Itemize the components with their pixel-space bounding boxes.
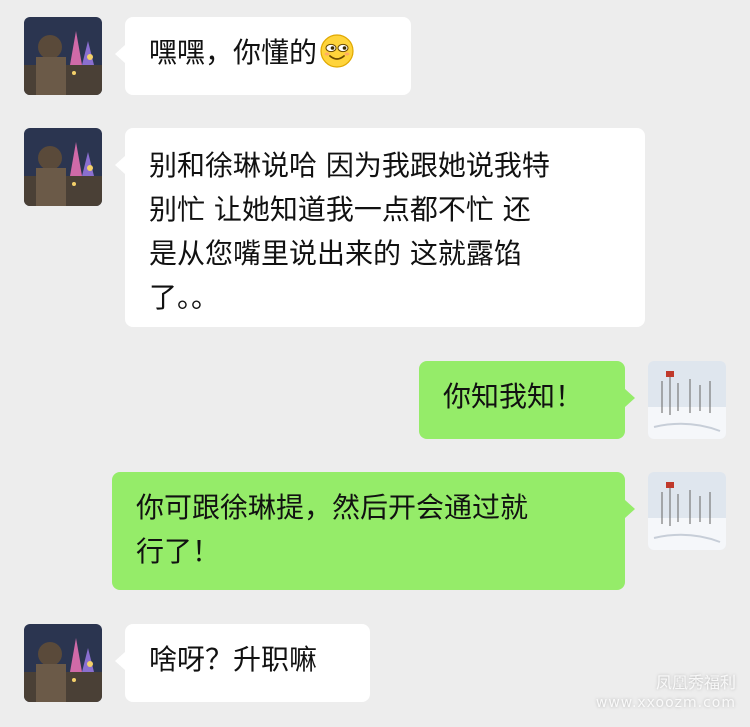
contact-avatar[interactable]: [24, 128, 102, 206]
message-line: 是从您嘴里说出来的 这就露馅: [149, 237, 522, 270]
smiling-face-with-sunglasses-icon: [320, 34, 354, 68]
message-line: 别和徐琳说哈 因为我跟她说我特: [149, 149, 550, 182]
contact-avatar[interactable]: [24, 17, 102, 95]
self-avatar[interactable]: [648, 361, 726, 439]
message-text: 嘿嘿，你懂的: [149, 36, 318, 69]
message-line: 别忙 让她知道我一点都不忙 还: [149, 193, 531, 226]
self-avatar[interactable]: [648, 472, 726, 550]
watermark: 凤凰秀福利 www.xxoozm.com: [596, 673, 736, 713]
contact-avatar[interactable]: [24, 624, 102, 702]
message-text: 你知我知！: [443, 380, 584, 413]
message-bubble[interactable]: 你可跟徐琳提，然后开会通过就 行了！: [112, 472, 635, 590]
message-bubble[interactable]: 嘿嘿，你懂的: [115, 17, 411, 95]
watermark-title: 凤凰秀福利: [655, 673, 736, 692]
message-bubble[interactable]: 啥呀？升职嘛: [115, 624, 370, 702]
message-bubble[interactable]: 你知我知！: [419, 361, 635, 439]
message-line: 你可跟徐琳提，然后开会通过就: [136, 491, 529, 524]
message-line: 行了！: [136, 535, 221, 568]
watermark-url: www.xxoozm.com: [595, 695, 736, 711]
message-text: 啥呀？升职嘛: [149, 643, 318, 676]
message-bubble[interactable]: 别和徐琳说哈 因为我跟她说我特 别忙 让她知道我一点都不忙 还 是从您嘴里说出来…: [115, 128, 645, 327]
message-line: 了。。: [149, 281, 220, 314]
